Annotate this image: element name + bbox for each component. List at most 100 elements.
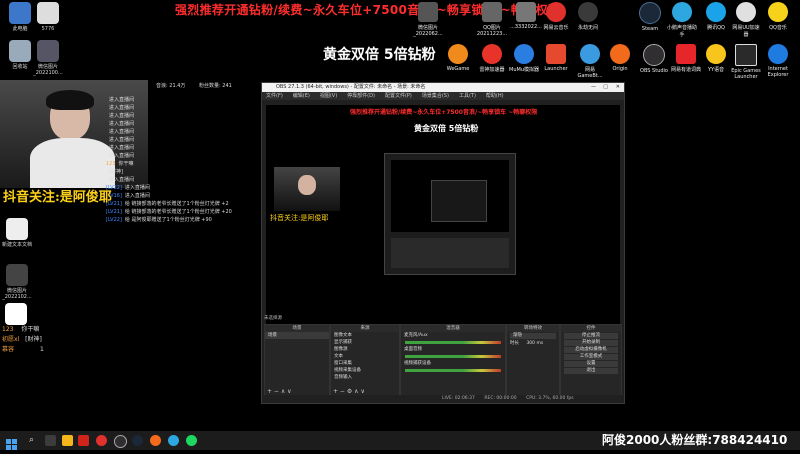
file-icon	[37, 2, 59, 24]
obs-menu-item[interactable]: 编辑(E)	[293, 92, 310, 100]
desktop-icon[interactable]: 网易云音乐	[540, 2, 572, 31]
control-button[interactable]: 退出	[564, 368, 618, 374]
transition-duration-input[interactable]: 300 ms	[526, 341, 543, 346]
yy-icon	[706, 44, 726, 64]
desktop-icon[interactable]: Steam	[634, 2, 666, 32]
volume-meter[interactable]	[405, 355, 501, 358]
app-icon[interactable]	[186, 435, 197, 446]
chat-message: [LV21] 给 链接部落的老爷长赠送了1个粉丝灯光牌 +2	[106, 200, 232, 208]
source-item[interactable]: 图像源	[331, 346, 399, 353]
source-add-button[interactable]: + − ⚙ ∧ ∨	[333, 388, 365, 395]
ie-icon	[768, 44, 788, 64]
uu-icon	[736, 2, 756, 22]
volume-meter[interactable]	[405, 369, 501, 372]
app-icon[interactable]	[168, 435, 179, 446]
chat-text: 给 是阿俊耶赠送了1个粉丝灯光牌 +90	[124, 217, 212, 223]
desktop-icon[interactable]: QQ音乐	[762, 2, 794, 31]
desktop-icon[interactable]: 网易UU加速器	[730, 2, 762, 38]
obs-titlebar[interactable]: OBS 27.1.3 (64-bit, windows) - 配置文件: 未命名…	[262, 83, 624, 92]
desktop-icon[interactable]: OBS Studio	[638, 44, 670, 74]
desktop-icon-text-file[interactable]: 新建文本文档	[0, 218, 34, 248]
transition-select[interactable]: 渐隐	[510, 333, 556, 339]
obs-menu-item[interactable]: 文件(F)	[266, 92, 283, 100]
obs-window[interactable]: OBS 27.1.3 (64-bit, windows) - 配置文件: 未命名…	[261, 82, 625, 404]
preview-nested-obs	[384, 153, 516, 275]
chat-message: 123 你干嘛	[106, 160, 232, 168]
source-item[interactable]: 窗口采集	[331, 360, 399, 367]
netease-music-icon[interactable]	[96, 435, 107, 446]
obs-menu-item[interactable]: 配置文件(P)	[385, 92, 412, 100]
control-buttons: 停止推流 开始录制 启动虚拟摄像机 工作室模式 设置 退出	[561, 333, 621, 374]
desktop-icon[interactable]: 微信图片_2022062...	[412, 2, 444, 37]
windows-start-icon[interactable]	[6, 435, 17, 450]
transition-duration-row: 时长 300 ms	[510, 341, 544, 346]
sources-dock-title: 来源	[331, 325, 399, 332]
wegame-icon	[448, 44, 468, 64]
fans-group-text: 阿俊2000人粉丝群:788424410	[602, 433, 788, 447]
control-button[interactable]: 开始录制	[564, 340, 618, 346]
desktop-icon[interactable]: 网易GameBt...	[574, 44, 606, 79]
scene-item[interactable]: 场景	[265, 332, 329, 339]
control-button[interactable]: 停止推流	[564, 333, 618, 339]
obs-menu-item[interactable]: 停靠部件(D)	[347, 92, 375, 100]
origin-icon[interactable]	[150, 435, 161, 446]
desktop-icon[interactable]: MuMu模拟器	[508, 44, 540, 73]
close-icon[interactable]: ✕	[616, 83, 620, 92]
desktop-icon-file[interactable]: 5776	[28, 2, 68, 32]
desktop-icon[interactable]: Origin	[604, 44, 636, 72]
obs-menu-item[interactable]: 视图(V)	[320, 92, 337, 100]
minimize-icon[interactable]: —	[591, 83, 596, 92]
game-icon	[580, 44, 600, 64]
desktop-icon[interactable]: 永劫无间	[572, 2, 604, 31]
desktop-icon[interactable]: 腾讯QQ	[700, 2, 732, 31]
desktop-icon[interactable]: Epic Games Launcher	[730, 44, 762, 80]
control-button[interactable]: 工作室模式	[564, 354, 618, 360]
control-button[interactable]: 启动虚拟摄像机	[564, 347, 618, 353]
desktop-icon-app[interactable]	[2, 303, 30, 327]
maximize-icon[interactable]: □	[603, 83, 608, 92]
source-item[interactable]: 文本	[331, 353, 399, 360]
preview-webcam	[274, 167, 340, 211]
desktop-icon[interactable]: 网易有道词典	[670, 44, 702, 73]
obs-icon[interactable]	[114, 435, 127, 448]
game-icon	[578, 2, 598, 22]
desktop-icon[interactable]: WeGame	[442, 44, 474, 72]
obs-menubar: 文件(F) 编辑(E) 视图(V) 停靠部件(D) 配置文件(P) 场景集合(S) 工具(T…	[262, 92, 624, 100]
control-button[interactable]: 设置	[564, 361, 618, 367]
chat-message: 进入直播间	[106, 128, 232, 136]
scene-add-button[interactable]: + − ∧ ∨	[267, 388, 292, 395]
task-view-icon[interactable]	[45, 435, 56, 446]
desktop-icon[interactable]: Internet Explorer	[762, 44, 794, 78]
source-item[interactable]: 音频输入	[331, 374, 399, 381]
app-icon[interactable]	[78, 435, 89, 446]
desktop-icon-image[interactable]: 微信图片_2022100...	[28, 40, 68, 76]
desktop-icon[interactable]: 雷神加速器	[476, 44, 508, 73]
source-item[interactable]: 图像文本	[331, 332, 399, 339]
obs-menu-item[interactable]: 场景集合(S)	[422, 92, 449, 100]
search-icon[interactable]: ⌕	[26, 435, 37, 446]
chat-text: 进入直播间	[124, 193, 150, 199]
chat-message: 进入直播间	[106, 144, 232, 152]
desktop-icon[interactable]: Launcher	[540, 44, 572, 72]
desktop-icon[interactable]: YY语音	[700, 44, 732, 73]
obs-menu-item[interactable]: 帮助(H)	[486, 92, 504, 100]
desktop-icon[interactable]: 小鹅声音播助手	[666, 2, 698, 38]
file-explorer-icon[interactable]	[62, 435, 73, 446]
desktop-icon-image-2[interactable]: 微信图片_2022102...	[0, 264, 34, 300]
chat-text: 进入直播间	[109, 105, 135, 111]
source-item[interactable]: 视频采集设备	[331, 367, 399, 374]
chat-text: 给 链接部落的老爷长赠送了1个粉丝灯光牌 +20	[124, 209, 232, 215]
stat-fans: 粉丝数量: 241	[199, 83, 232, 89]
chat-text: 进入直播间	[109, 97, 135, 103]
desktop-icon[interactable]: ...3332022...	[510, 2, 542, 30]
obs-menu-item[interactable]: 工具(T)	[459, 92, 476, 100]
steam-icon[interactable]	[132, 435, 143, 446]
chat-message: 进入直播间	[106, 136, 232, 144]
source-item[interactable]: 显示捕获	[331, 339, 399, 346]
streamer-shirt	[30, 138, 115, 188]
cpu-status: CPU: 3.7%, 60.00 fps	[526, 396, 574, 401]
chat-log: 进入直播间 进入直播间 进入直播间 进入直播间 进入直播间 进入直播间 进入直播间 进入直播间…	[106, 96, 232, 224]
volume-meter[interactable]	[405, 341, 501, 344]
epic-icon	[735, 44, 757, 66]
desktop-icon[interactable]: QQ图片 20211223...	[476, 2, 508, 37]
